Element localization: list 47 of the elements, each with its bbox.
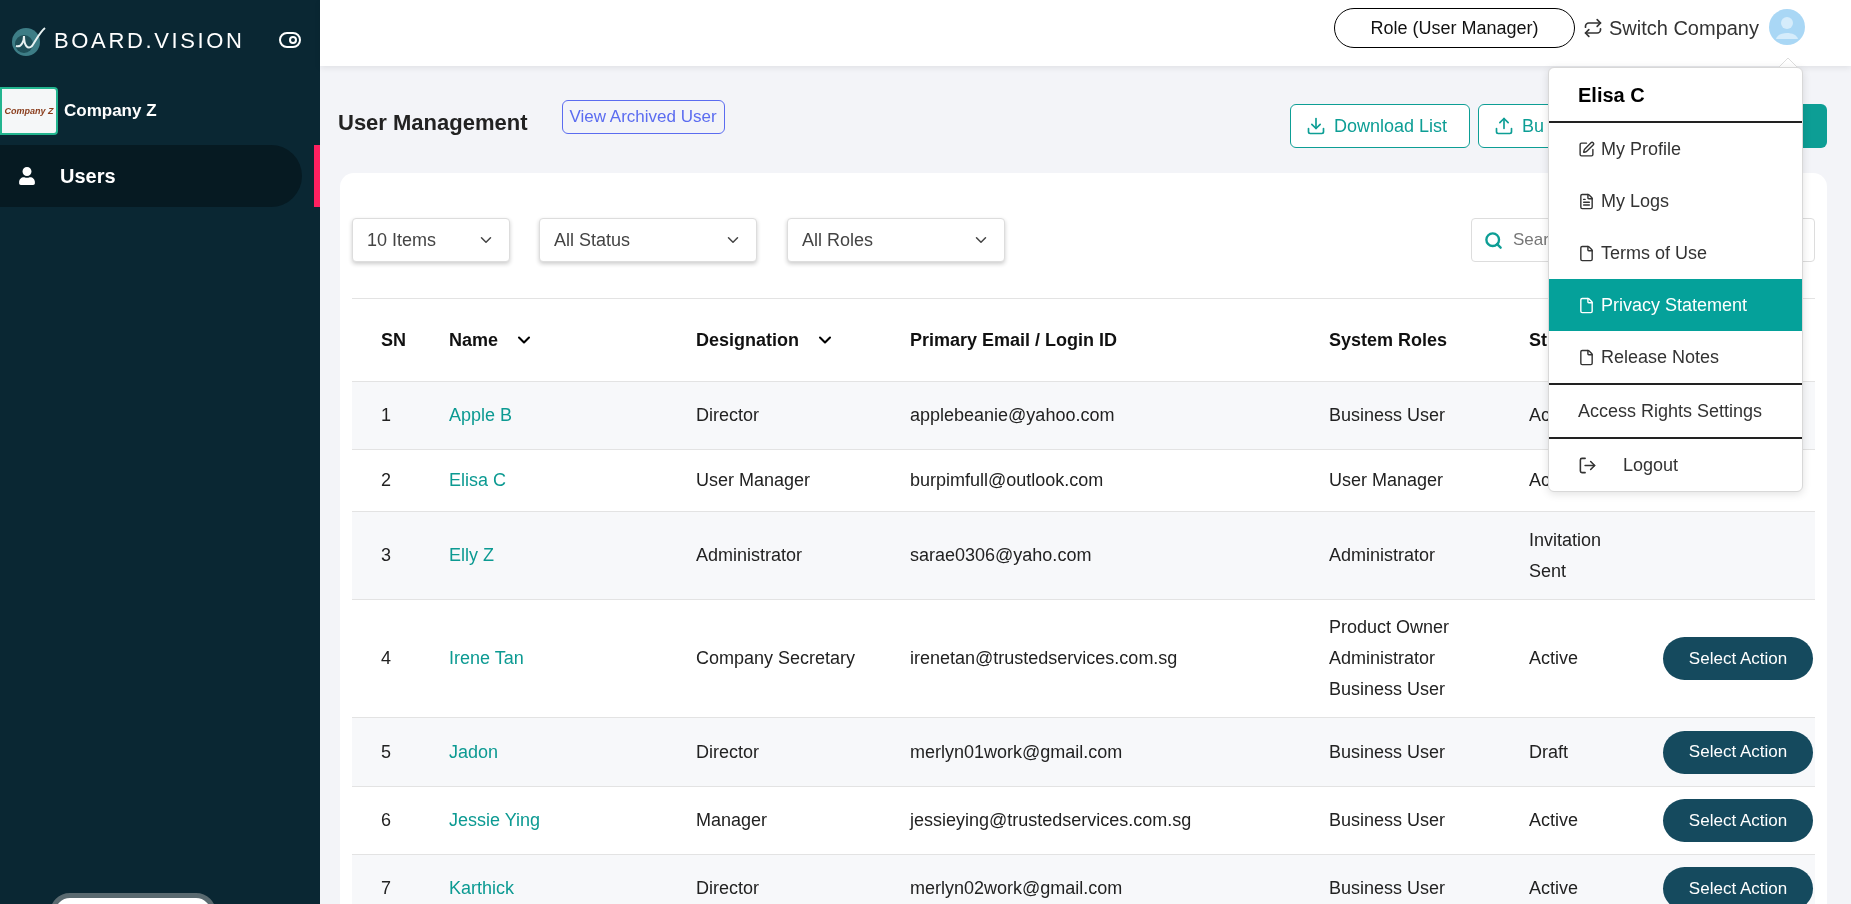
table-cell: User Manager [696, 470, 811, 490]
table-cell-text: Draft [1529, 740, 1568, 764]
table-cell: irenetan@trustedservices.com.sg [910, 648, 1178, 668]
table-cell: Director [696, 741, 759, 762]
table-cell: applebeanie@yahoo.com [910, 405, 1115, 425]
company-logo-text: Company Z [4, 106, 54, 116]
column-header: SN [381, 328, 406, 352]
table-cell-text: Active [1529, 809, 1579, 832]
table-cell: burpimfull@outlook.com [910, 470, 1104, 490]
table-cell-text: Business User [1329, 740, 1447, 764]
table-cell-text: Product Owner [1329, 616, 1451, 639]
table-cell-text: Sent [1529, 559, 1567, 583]
column-header: Primary Email / Login ID [910, 328, 1118, 352]
table-cell-text: Administrator [1329, 647, 1437, 670]
table-cell-text: Business User [1329, 877, 1447, 900]
menu-user-name: Elisa C [1578, 82, 1645, 108]
company-name: Company Z [64, 100, 157, 123]
table-cell: Director [696, 878, 759, 898]
column-header: Name [449, 328, 499, 352]
table-cell-text: Business User [1329, 404, 1447, 427]
page-title: User Management [338, 109, 528, 137]
column-header: System Roles [1329, 328, 1448, 352]
column-header: Designation [696, 328, 799, 352]
table-cell-text: Administrator [1329, 544, 1437, 567]
table-cell-text: Business User [1329, 678, 1447, 701]
table-cell: 3 [381, 545, 391, 565]
table-cell: Company Secretary [696, 648, 856, 668]
table-cell: Manager [696, 810, 768, 830]
table-cell: Administrator [696, 545, 803, 565]
table-cell: 2 [381, 470, 391, 490]
table-cell: merlyn02work@gmail.com [910, 878, 1123, 898]
column-header: St [1529, 328, 1547, 352]
table-cell-text: Active [1529, 877, 1579, 900]
table-cell-text: Invitation [1529, 528, 1602, 552]
table-cell: 4 [381, 648, 391, 668]
table-cell: 6 [381, 810, 391, 830]
table-cell: 1 [381, 405, 391, 425]
table-cell-text: Active [1529, 647, 1579, 670]
table-cell: sarae0306@yaho.com [910, 545, 1092, 565]
table-cell: jessieying@trustedservices.com.sg [910, 810, 1192, 830]
table-cell: 5 [381, 741, 391, 762]
table-cell: Director [696, 405, 759, 425]
table-cell: 7 [381, 878, 391, 898]
brand-name: BOARD.VISION [54, 26, 245, 55]
table-cell-text: Business User [1329, 809, 1447, 832]
table-cell-text: User Manager [1329, 469, 1445, 492]
table-cell: merlyn01work@gmail.com [910, 741, 1123, 762]
